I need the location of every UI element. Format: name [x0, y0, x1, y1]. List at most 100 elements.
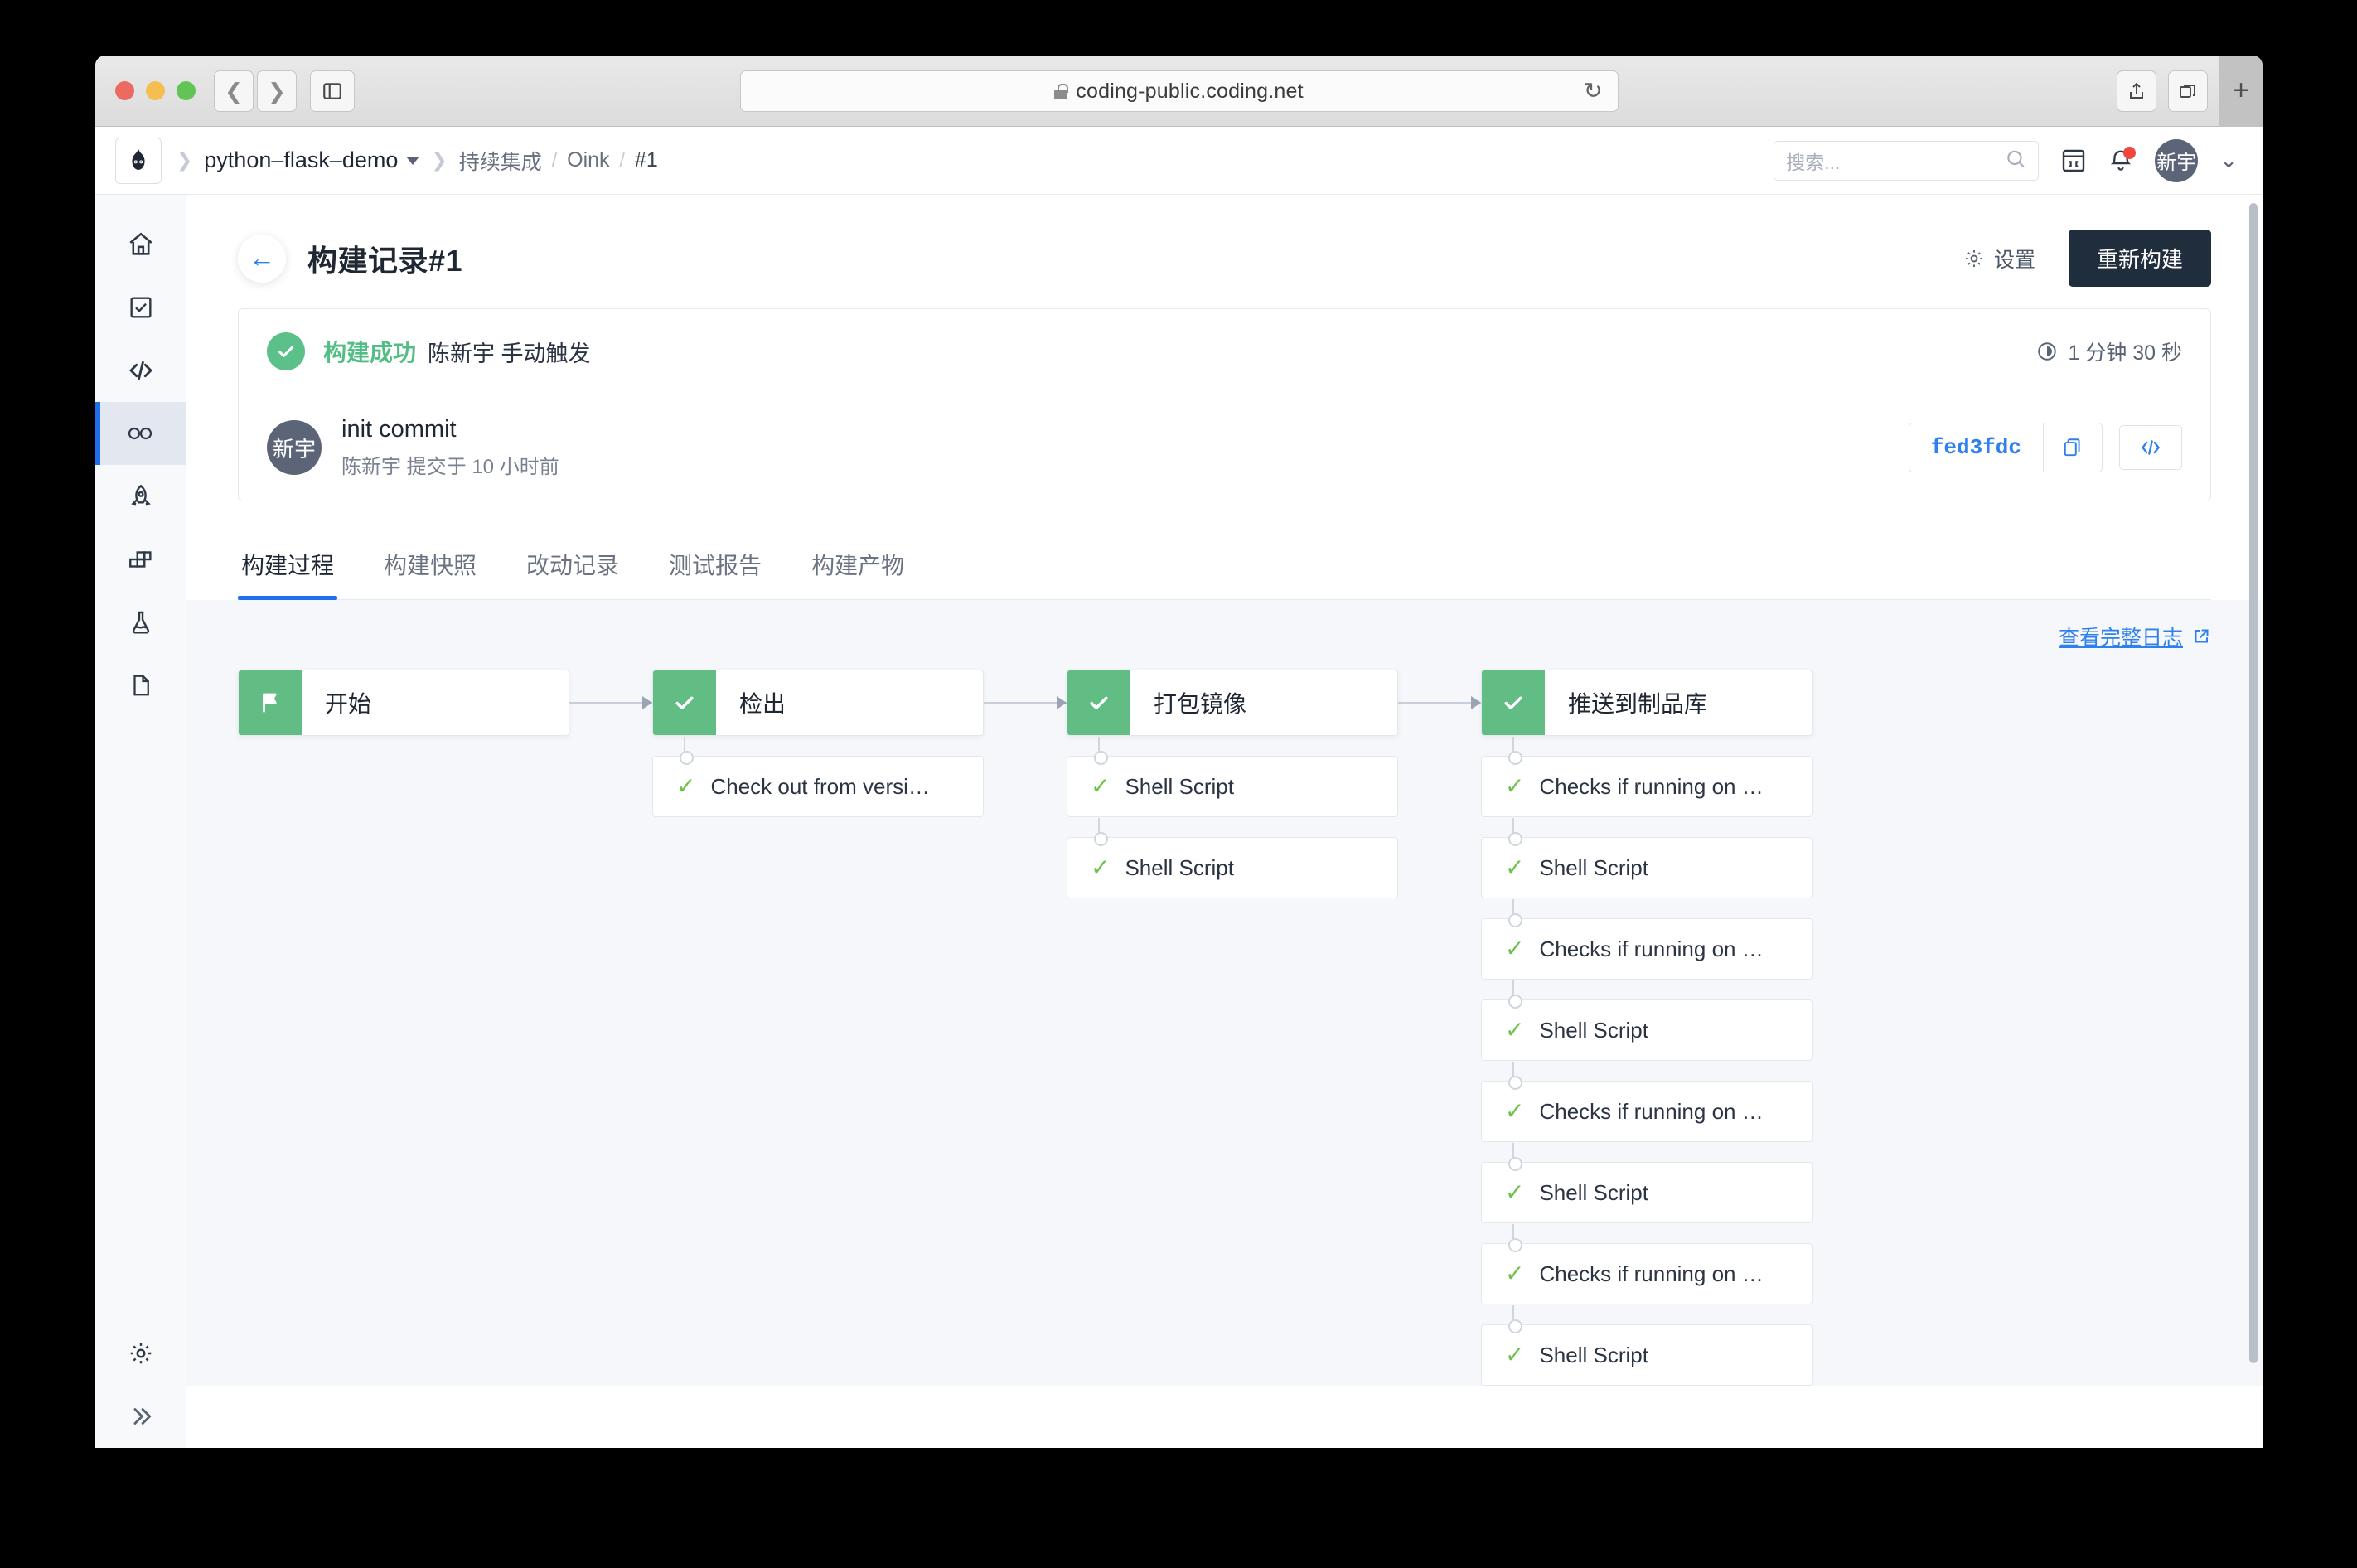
check-circle-icon — [267, 332, 305, 370]
account-chevron-down-icon[interactable]: ⌄ — [2219, 148, 2238, 173]
commit-hash[interactable]: fed3fdc — [1909, 423, 2044, 472]
task-card[interactable]: ✓ Shell Script — [1481, 1305, 1813, 1386]
check-icon: ✓ — [1505, 773, 1525, 799]
chevron-down-icon — [406, 156, 420, 165]
build-status-row: 构建成功 陈新宇 手动触发 1 分钟 30 秒 — [239, 309, 2210, 394]
tab-change-log[interactable]: 改动记录 — [523, 535, 622, 599]
breadcrumb-project-label: python–flask–demo — [204, 148, 399, 172]
copy-icon[interactable] — [2044, 423, 2102, 472]
breadcrumb-pipeline[interactable]: Oink — [567, 148, 609, 172]
forward-button[interactable]: ❯ — [257, 70, 297, 112]
check-icon: ✓ — [1505, 936, 1525, 961]
tab-build-process[interactable]: 构建过程 — [238, 535, 338, 600]
tab-build-snapshot[interactable]: 构建快照 — [380, 535, 480, 599]
task-card[interactable]: ✓ Shell Script — [1481, 980, 1813, 1061]
tab-test-report[interactable]: 测试报告 — [665, 535, 765, 599]
task-card[interactable]: ✓ Checks if running on … — [1481, 1224, 1813, 1304]
sidebar-item-home[interactable] — [95, 213, 186, 276]
terminal-icon[interactable] — [2060, 148, 2087, 174]
breadcrumb-build[interactable]: #1 — [635, 148, 658, 172]
commit-row: 新宇 init commit 陈新宇 提交于 10 小时前 fed3fdc — [239, 394, 2210, 501]
sidebar-item-docs[interactable] — [95, 654, 186, 717]
stage-card-push-artifact[interactable]: 推送到制品库 — [1481, 670, 1813, 736]
task-card[interactable]: ✓ Shell Script — [1067, 818, 1398, 898]
search-icon — [2005, 148, 2026, 173]
task-card[interactable]: ✓ Check out from versi… — [652, 737, 984, 817]
breadcrumb-separator: ❯ — [177, 149, 193, 171]
coding-logo-icon[interactable] — [115, 137, 162, 184]
back-button[interactable]: ❮ — [214, 70, 254, 112]
clock-icon — [2038, 342, 2057, 361]
check-icon — [1482, 670, 1545, 735]
build-tabs: 构建过程 构建快照 改动记录 测试报告 构建产物 — [238, 535, 2211, 600]
breadcrumb-separator-2: ❯ — [431, 149, 448, 171]
rebuild-button[interactable]: 重新构建 — [2068, 230, 2211, 287]
new-tab-button[interactable]: + — [2219, 56, 2263, 127]
check-icon: ✓ — [1505, 1342, 1525, 1367]
reload-icon[interactable]: ↻ — [1584, 79, 1603, 104]
app-body: ← 构建记录#1 设置 重新构建 构建成功 陈新宇 手动触发 1 分钟 30 秒… — [95, 195, 2263, 1448]
view-code-button[interactable] — [2119, 425, 2182, 470]
avatar[interactable]: 新宇 — [2155, 138, 2199, 182]
commit-info: init commit 陈新宇 提交于 10 小时前 — [341, 416, 559, 479]
check-icon — [653, 670, 716, 735]
page-title: 构建记录#1 — [307, 243, 463, 278]
task-card[interactable]: ✓ Checks if running on … — [1481, 1062, 1813, 1142]
main-content: ← 构建记录#1 设置 重新构建 构建成功 陈新宇 手动触发 1 分钟 30 秒… — [186, 195, 2263, 1448]
stage-connector — [1398, 670, 1481, 736]
check-icon: ✓ — [1091, 773, 1111, 799]
sidebar-item-artifacts[interactable] — [95, 528, 186, 591]
tab-overview-icon[interactable] — [2168, 70, 2208, 112]
browser-titlebar: ❮ ❯ coding-public.coding.net ↻ + — [95, 56, 2263, 127]
pipeline-stage: 推送到制品库 ✓ Checks if running on … ✓ Shell … — [1481, 670, 1813, 1386]
address-bar[interactable]: coding-public.coding.net ↻ — [739, 70, 1619, 112]
task-label: Shell Script — [1539, 1342, 1648, 1367]
minimize-window-button[interactable] — [146, 81, 165, 100]
search-input[interactable]: 搜索... — [1774, 140, 2040, 181]
back-arrow-icon[interactable]: ← — [238, 234, 286, 283]
build-trigger-text: 陈新宇 手动触发 — [428, 341, 591, 366]
task-card[interactable]: ✓ Shell Script — [1481, 818, 1813, 898]
settings-button[interactable]: 设置 — [1963, 244, 2035, 273]
sidebar-expand-button[interactable] — [95, 1385, 186, 1448]
task-card[interactable]: ✓ Checks if running on … — [1481, 737, 1813, 817]
content-scrollbar[interactable] — [2249, 203, 2258, 1363]
settings-label: 设置 — [1993, 248, 2035, 272]
share-icon[interactable] — [2117, 70, 2156, 112]
task-label: Shell Script — [1125, 854, 1234, 880]
stage-card-start[interactable]: 开始 — [238, 670, 569, 736]
task-card[interactable]: ✓ Checks if running on … — [1481, 899, 1813, 980]
commit-meta: 陈新宇 提交于 10 小时前 — [341, 456, 559, 478]
browser-nav-buttons: ❮ ❯ — [214, 70, 297, 112]
status-badge: 构建成功 — [323, 340, 417, 365]
stage-card-build-image[interactable]: 打包镜像 — [1067, 670, 1398, 736]
sidebar-item-settings[interactable] — [95, 1322, 186, 1385]
stage-task-list: ✓ Checks if running on … ✓ Shell Script … — [1481, 737, 1813, 1386]
maximize-window-button[interactable] — [177, 81, 196, 100]
task-label: Checks if running on … — [1539, 773, 1764, 799]
page-title-row: ← 构建记录#1 设置 重新构建 — [238, 195, 2211, 308]
stage-card-checkout[interactable]: 检出 — [652, 670, 984, 736]
pipeline-stage: 检出 ✓ Check out from versi… — [652, 670, 984, 817]
commit-avatar: 新宇 — [267, 420, 322, 475]
lock-icon — [1054, 83, 1068, 99]
sidebar-item-tasks[interactable] — [95, 276, 186, 339]
breadcrumb-section[interactable]: 持续集成 — [459, 146, 542, 176]
task-card[interactable]: ✓ Shell Script — [1481, 1143, 1813, 1223]
bell-icon[interactable] — [2108, 146, 2137, 173]
tab-artifacts[interactable]: 构建产物 — [808, 535, 907, 599]
sidebar-item-testing[interactable] — [95, 591, 186, 654]
task-label: Checks if running on … — [1539, 1098, 1764, 1124]
view-full-log-link[interactable]: 查看完整日志 — [2059, 622, 2211, 651]
breadcrumb-slash-1: / — [551, 149, 558, 171]
task-label: Checks if running on … — [1539, 936, 1764, 961]
sidebar-item-ci-cd[interactable] — [95, 402, 186, 465]
task-card[interactable]: ✓ Shell Script — [1067, 737, 1398, 817]
external-link-icon — [2195, 629, 2209, 643]
breadcrumb-project[interactable]: python–flask–demo — [204, 148, 420, 173]
sidebar-item-deploy[interactable] — [95, 465, 186, 528]
log-link-row: 查看完整日志 — [238, 600, 2211, 651]
sidebar-item-code[interactable] — [95, 339, 186, 402]
sidebar-toggle-icon[interactable] — [310, 70, 355, 112]
close-window-button[interactable] — [115, 81, 134, 100]
